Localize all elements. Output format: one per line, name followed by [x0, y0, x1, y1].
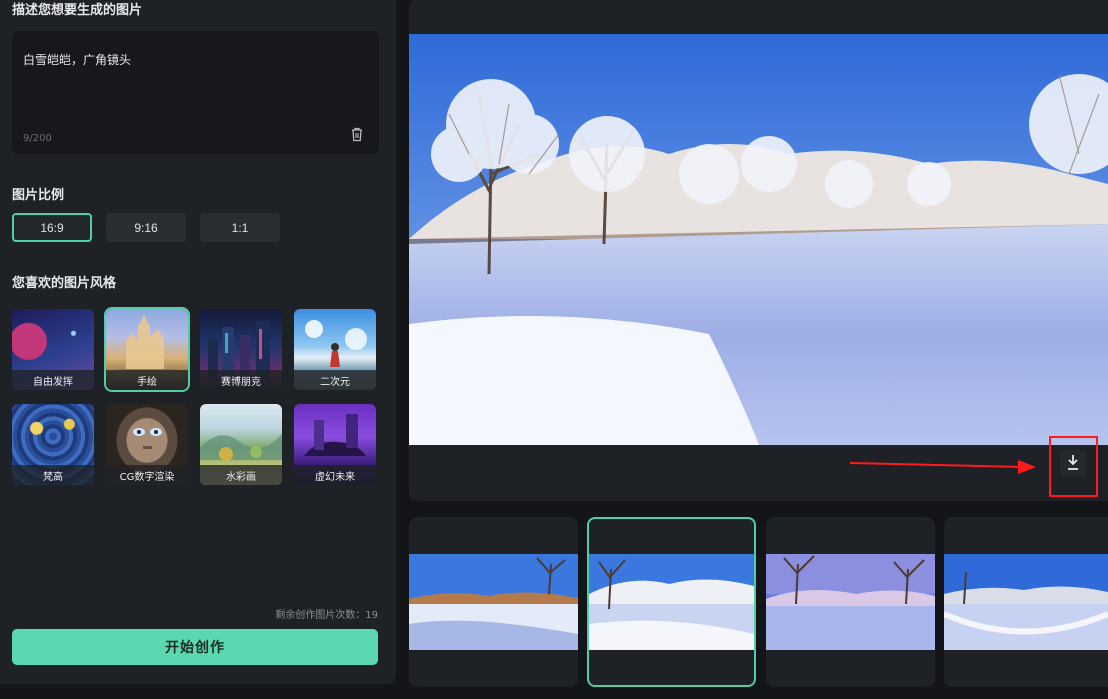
style-card-handdrawn[interactable]: 手绘 — [104, 307, 190, 392]
generated-main-image — [409, 34, 1108, 445]
snow-landscape-image — [409, 34, 1108, 445]
left-panel: 描述您想要生成的图片 白雪皑皑，广角镜头 9/200 图片比例 16:9 9:1… — [0, 0, 396, 684]
thumbnail-3[interactable] — [766, 517, 935, 687]
style-label: 梵高 — [12, 465, 94, 485]
thumbnail-1[interactable] — [409, 517, 578, 687]
ratio-1-1-button[interactable]: 1:1 — [200, 213, 280, 242]
trash-icon[interactable] — [350, 127, 364, 142]
thumbnail-4[interactable] — [944, 517, 1108, 687]
style-label: 二次元 — [294, 370, 376, 390]
prompt-text[interactable]: 白雪皑皑，广角镜头 — [23, 51, 131, 68]
style-card-anime[interactable]: 二次元 — [294, 309, 376, 390]
style-label: 虚幻未来 — [294, 465, 376, 485]
thumbnail-image — [589, 554, 754, 650]
style-card-future[interactable]: 虚幻未来 — [294, 404, 376, 485]
remaining-count: 剩余创作图片次数：19 — [275, 610, 378, 621]
download-icon — [1068, 455, 1078, 470]
thumbnail-image — [766, 554, 935, 650]
red-arrow-annotation — [850, 460, 1036, 474]
ratio-9-16-button[interactable]: 9:16 — [106, 213, 186, 242]
download-button[interactable] — [1060, 450, 1086, 476]
style-label: CG数字渲染 — [106, 465, 188, 485]
prompt-char-count: 9/200 — [23, 133, 52, 144]
style-label: 水彩画 — [200, 465, 282, 485]
thumbnail-2[interactable] — [587, 517, 756, 687]
style-card-vangogh[interactable]: 梵高 — [12, 404, 94, 485]
style-card-free[interactable]: 自由发挥 — [12, 309, 94, 390]
style-title: 您喜欢的图片风格 — [12, 276, 117, 291]
thumbnail-image — [409, 554, 578, 650]
style-card-watercolor[interactable]: 水彩画 — [200, 404, 282, 485]
style-card-cyberpunk[interactable]: 赛博朋克 — [200, 309, 282, 390]
style-label: 赛博朋克 — [200, 370, 282, 390]
ratio-16-9-button[interactable]: 16:9 — [12, 213, 92, 242]
prompt-title: 描述您想要生成的图片 — [12, 3, 143, 18]
start-create-button[interactable]: 开始创作 — [12, 629, 378, 665]
style-card-cg[interactable]: CG数字渲染 — [106, 404, 188, 485]
thumbnail-image — [944, 554, 1108, 650]
style-label: 手绘 — [106, 370, 188, 390]
style-label: 自由发挥 — [12, 370, 94, 390]
prompt-textarea[interactable]: 白雪皑皑，广角镜头 9/200 — [12, 31, 379, 154]
ratio-title: 图片比例 — [12, 188, 65, 203]
